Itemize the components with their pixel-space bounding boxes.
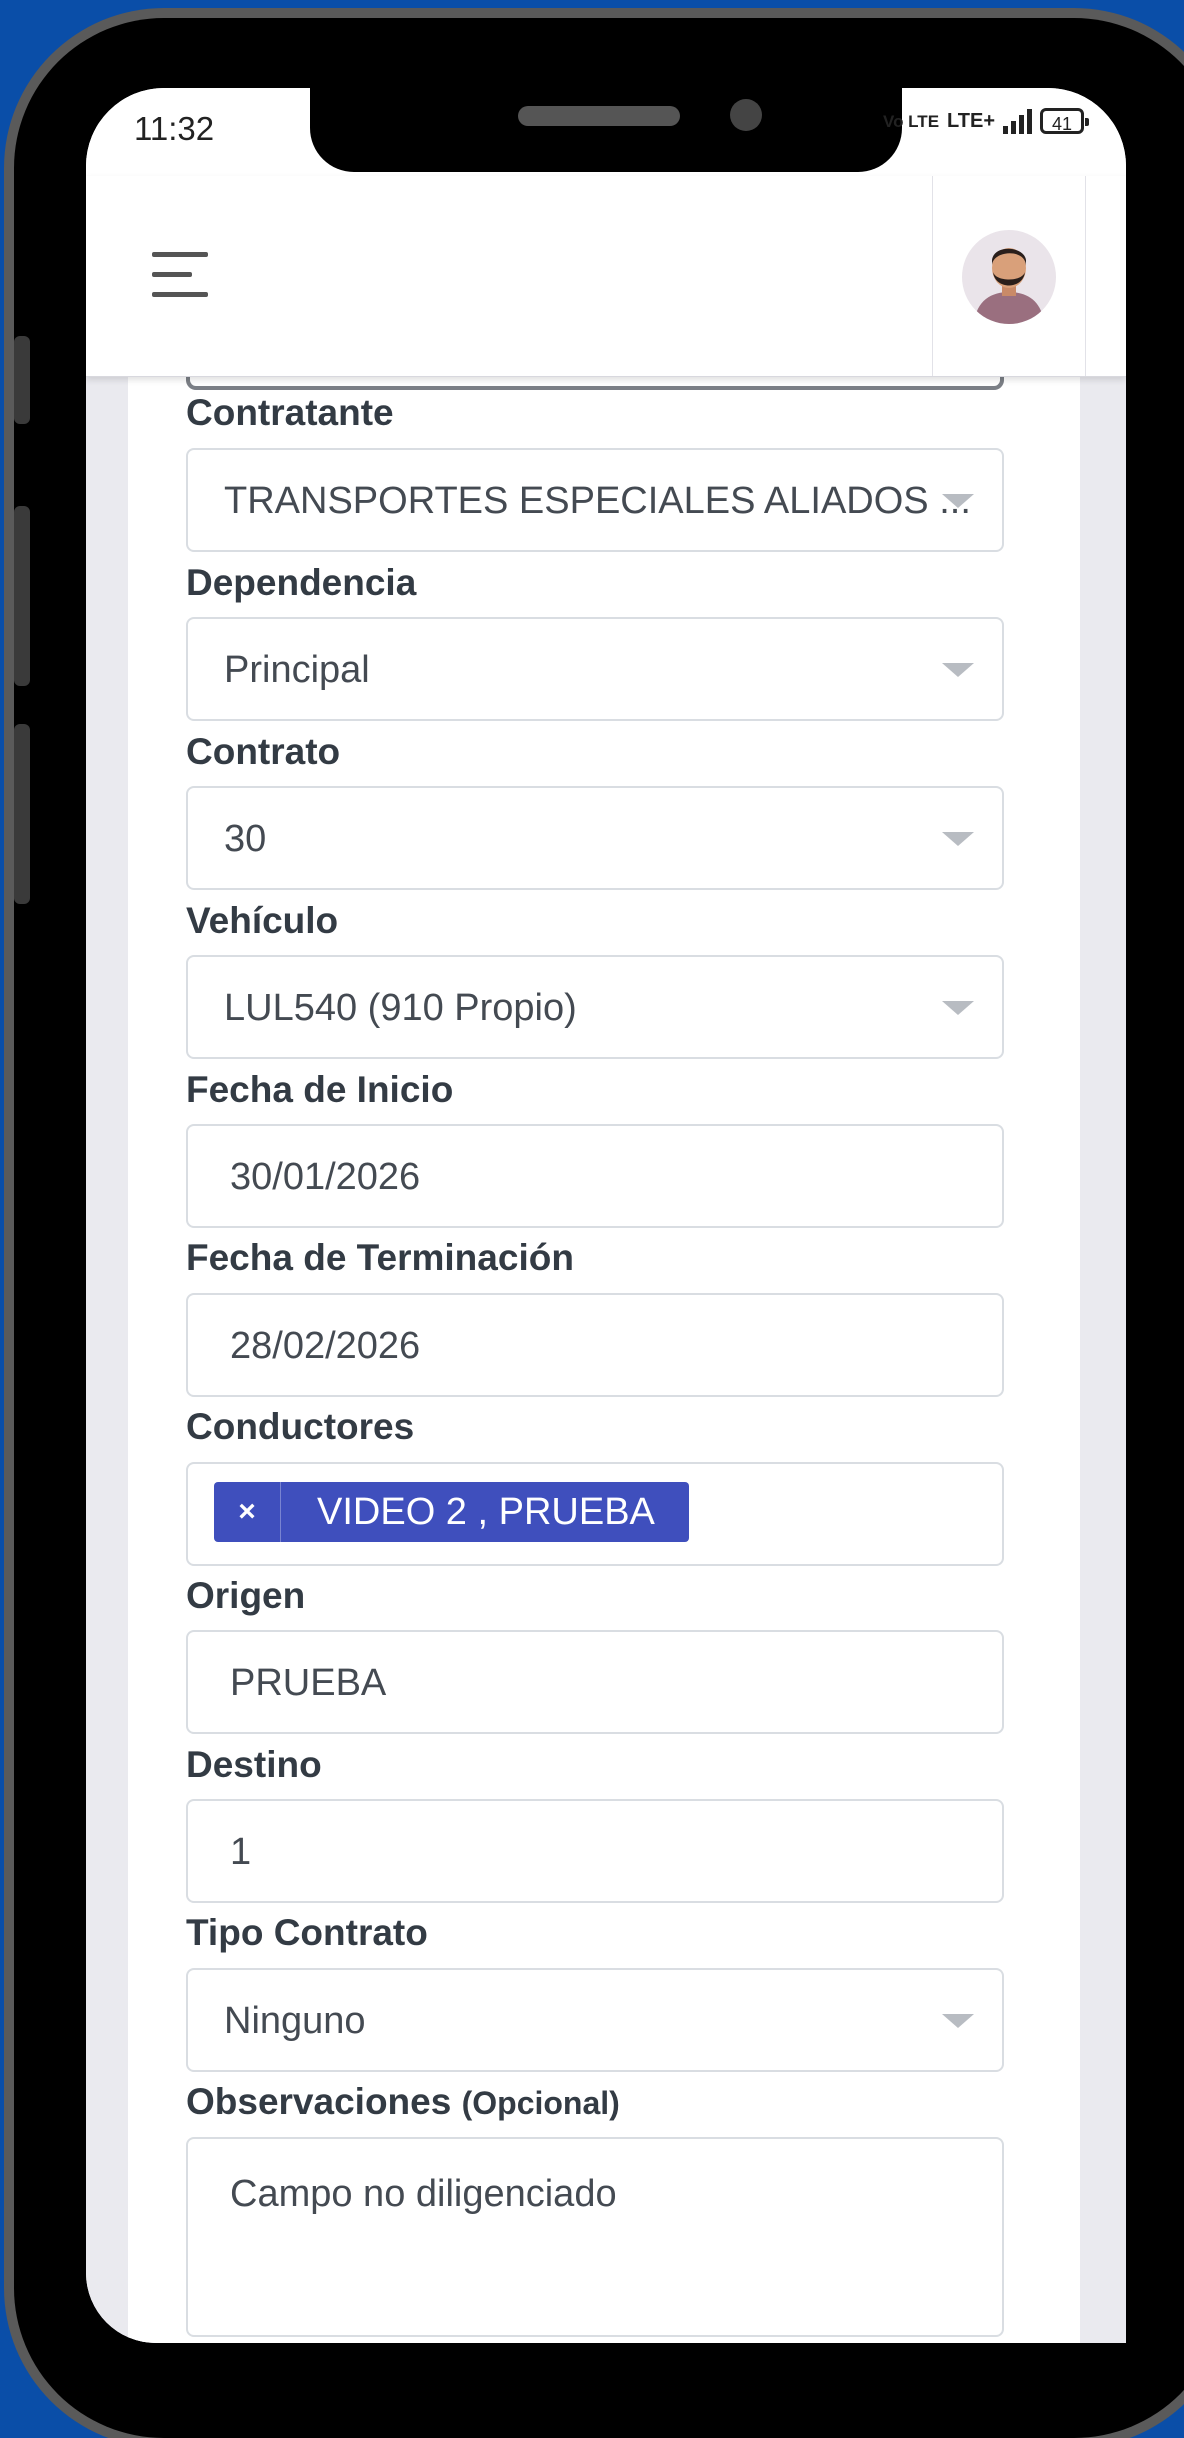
label-contratante: Contratante [186,392,394,433]
label-tipo-contrato: Tipo Contrato [186,1912,428,1953]
select-value: LUL540 (910 Propio) [224,987,577,1029]
chevron-down-icon [942,832,974,846]
select-value: Ninguno [224,2000,366,2042]
signal-icon [1003,108,1032,134]
previous-field-edge [186,376,1004,390]
chevron-down-icon [942,494,974,508]
phone-side-button [14,724,30,904]
form-card: Contratante TRANSPORTES ESPECIALES ALIAD… [128,376,1080,2343]
multiselect-conductores[interactable]: × VIDEO 2 , PRUEBA [186,1462,1004,1566]
tag-label: VIDEO 2 , PRUEBA [317,1490,655,1533]
status-bar: 11:32 Vo LTE LTE+ 41 [86,88,1126,176]
user-menu[interactable] [932,176,1086,376]
input-fecha-terminacion[interactable]: 28/02/2026 [186,1293,1004,1397]
input-value: PRUEBA [230,1662,387,1704]
select-contratante[interactable]: TRANSPORTES ESPECIALES ALIADOS ... [186,448,1004,552]
chevron-down-icon [942,2014,974,2028]
input-value: 1 [230,1831,252,1873]
textarea-observaciones[interactable]: Campo no diligenciado [186,2137,1004,2337]
input-origen[interactable]: PRUEBA [186,1630,1004,1734]
phone-notch [310,88,902,172]
chevron-down-icon [942,1001,974,1015]
select-dependencia[interactable]: Principal [186,617,1004,721]
input-destino[interactable]: 1 [186,1799,1004,1903]
volte-indicator: Vo LTE [883,111,940,131]
phone-screen: 11:32 Vo LTE LTE+ 41 Contratante TRANSPO… [86,88,1126,2343]
label-text: Observaciones [186,2081,452,2122]
chevron-down-icon [942,663,974,677]
select-vehiculo[interactable]: LUL540 (910 Propio) [186,955,1004,1059]
hamburger-menu-icon[interactable] [152,252,208,300]
textarea-value: Campo no diligenciado [230,2173,617,2215]
phone-side-button [14,336,30,424]
input-fecha-inicio[interactable]: 30/01/2026 [186,1124,1004,1228]
input-value: 28/02/2026 [230,1325,421,1367]
select-value: Principal [224,649,370,691]
label-dependencia: Dependencia [186,562,417,603]
label-fecha-inicio: Fecha de Inicio [186,1069,454,1110]
label-vehiculo: Vehículo [186,900,339,941]
battery-icon: 41 [1040,108,1089,134]
label-fecha-terminacion: Fecha de Terminación [186,1237,574,1278]
app-header [86,176,1126,377]
label-origen: Origen [186,1575,306,1616]
select-value: 30 [224,818,267,860]
label-observaciones: Observaciones (Opcional) [186,2081,620,2123]
status-indicators: Vo LTE LTE+ 41 [883,108,1089,134]
lte-indicator: LTE+ [947,109,995,132]
form-scroll-area[interactable]: Contratante TRANSPORTES ESPECIALES ALIAD… [86,376,1126,2343]
selected-tag: × VIDEO 2 , PRUEBA [214,1482,689,1542]
front-camera [730,99,762,131]
input-value: 30/01/2026 [230,1156,421,1198]
label-conductores: Conductores [186,1406,415,1447]
remove-tag-icon[interactable]: × [214,1482,281,1542]
select-tipo-contrato[interactable]: Ninguno [186,1968,1004,2072]
status-time: 11:32 [134,110,215,147]
select-value: TRANSPORTES ESPECIALES ALIADOS ... [224,480,971,522]
label-destino: Destino [186,1744,322,1785]
phone-side-button [14,506,30,686]
optional-hint: (Opcional) [461,2085,620,2121]
label-contrato: Contrato [186,731,341,772]
speaker [518,106,680,126]
user-avatar-icon[interactable] [962,230,1056,324]
select-contrato[interactable]: 30 [186,786,1004,890]
